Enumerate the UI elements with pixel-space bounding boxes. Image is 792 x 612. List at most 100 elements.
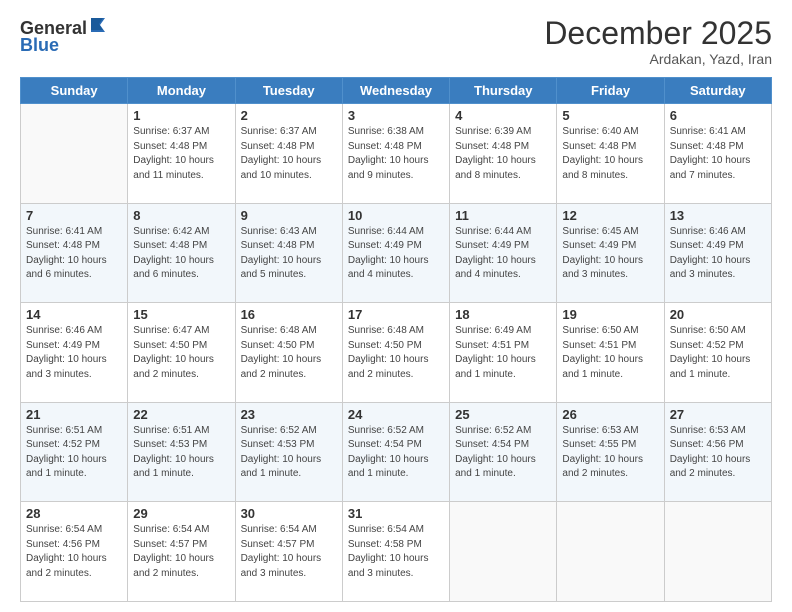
day-header-saturday: Saturday [664,78,771,104]
day-info: Sunrise: 6:37 AMSunset: 4:48 PMDaylight:… [241,125,337,183]
calendar-cell: 17Sunrise: 6:48 AMSunset: 4:50 PMDayligh… [342,303,449,403]
calendar-week-row: 7 Sunrise: 6:41 AMSunset: 4:48 PMDaylight… [21,203,772,303]
day-info: Sunrise: 6:51 AMSunset: 4:53 PMDaylight:… [133,424,229,482]
day-info: Sunrise: 6:45 AMSunset: 4:49 PMDaylight:… [562,225,658,283]
day-info: Sunrise: 6:54 AMSunset: 4:58 PMDaylight:… [348,523,444,581]
location: Ardakan, Yazd, Iran [544,51,772,67]
calendar-cell [450,502,557,602]
day-number: 30 [241,506,337,521]
day-info: Sunrise: 6:52 AMSunset: 4:54 PMDaylight:… [348,424,444,482]
day-number: 20 [670,307,766,322]
day-info: Sunrise: 6:44 AMSunset: 4:49 PMDaylight:… [455,225,551,283]
day-info: Sunrise: 6:54 AMSunset: 4:56 PMDaylight:… [26,523,122,581]
day-info: Sunrise: 6:54 AMSunset: 4:57 PMDaylight:… [133,523,229,581]
day-number: 2 [241,108,337,123]
calendar-cell: 20 Sunrise: 6:50 AMSunset: 4:52 PMDayligh… [664,303,771,403]
day-info: Sunrise: 6:53 AMSunset: 4:56 PMDaylight:… [670,424,766,482]
calendar-cell: 22 Sunrise: 6:51 AMSunset: 4:53 PMDayligh… [128,402,235,502]
calendar-cell: 31 Sunrise: 6:54 AMSunset: 4:58 PMDayligh… [342,502,449,602]
day-number: 7 [26,208,122,223]
day-info: Sunrise: 6:44 AMSunset: 4:49 PMDaylight:… [348,225,444,283]
calendar-cell: 6Sunrise: 6:41 AMSunset: 4:48 PMDaylight… [664,104,771,204]
day-info: Sunrise: 6:37 AMSunset: 4:48 PMDaylight:… [133,125,229,183]
calendar-cell [21,104,128,204]
day-number: 14 [26,307,122,322]
day-info: Sunrise: 6:49 AMSunset: 4:51 PMDaylight:… [455,324,551,382]
calendar-cell: 27 Sunrise: 6:53 AMSunset: 4:56 PMDayligh… [664,402,771,502]
day-number: 19 [562,307,658,322]
day-number: 12 [562,208,658,223]
day-number: 22 [133,407,229,422]
calendar-week-row: 28 Sunrise: 6:54 AMSunset: 4:56 PMDayligh… [21,502,772,602]
month-title: December 2025 [544,16,772,51]
day-number: 16 [241,307,337,322]
logo: General Blue [20,16,107,56]
calendar-cell [557,502,664,602]
title-block: December 2025 Ardakan, Yazd, Iran [544,16,772,67]
calendar-cell: 30 Sunrise: 6:54 AMSunset: 4:57 PMDayligh… [235,502,342,602]
day-info: Sunrise: 6:53 AMSunset: 4:55 PMDaylight:… [562,424,658,482]
day-info: Sunrise: 6:52 AMSunset: 4:54 PMDaylight:… [455,424,551,482]
day-info: Sunrise: 6:47 AMSunset: 4:50 PMDaylight:… [133,324,229,382]
day-info: Sunrise: 6:52 AMSunset: 4:53 PMDaylight:… [241,424,337,482]
day-number: 24 [348,407,444,422]
calendar-cell: 2 Sunrise: 6:37 AMSunset: 4:48 PMDaylight… [235,104,342,204]
day-number: 5 [562,108,658,123]
day-header-monday: Monday [128,78,235,104]
calendar-week-row: 14 Sunrise: 6:46 AMSunset: 4:49 PMDayligh… [21,303,772,403]
day-info: Sunrise: 6:40 AMSunset: 4:48 PMDaylight:… [562,125,658,183]
day-number: 1 [133,108,229,123]
calendar-cell: 12 Sunrise: 6:45 AMSunset: 4:49 PMDayligh… [557,203,664,303]
day-header-tuesday: Tuesday [235,78,342,104]
calendar-cell: 29 Sunrise: 6:54 AMSunset: 4:57 PMDayligh… [128,502,235,602]
day-info: Sunrise: 6:39 AMSunset: 4:48 PMDaylight:… [455,125,551,183]
day-info: Sunrise: 6:50 AMSunset: 4:52 PMDaylight:… [670,324,766,382]
day-number: 13 [670,208,766,223]
calendar-cell: 23 Sunrise: 6:52 AMSunset: 4:53 PMDayligh… [235,402,342,502]
logo-blue: Blue [20,35,59,55]
day-info: Sunrise: 6:54 AMSunset: 4:57 PMDaylight:… [241,523,337,581]
calendar-cell: 26 Sunrise: 6:53 AMSunset: 4:55 PMDayligh… [557,402,664,502]
calendar-cell: 16 Sunrise: 6:48 AMSunset: 4:50 PMDayligh… [235,303,342,403]
day-header-wednesday: Wednesday [342,78,449,104]
header: General Blue December 2025 Ardakan, Yazd… [20,16,772,67]
day-number: 3 [348,108,444,123]
calendar-week-row: 1 Sunrise: 6:37 AMSunset: 4:48 PMDaylight… [21,104,772,204]
calendar-cell [664,502,771,602]
day-number: 26 [562,407,658,422]
calendar-cell: 10Sunrise: 6:44 AMSunset: 4:49 PMDayligh… [342,203,449,303]
day-info: Sunrise: 6:46 AMSunset: 4:49 PMDaylight:… [26,324,122,382]
day-info: Sunrise: 6:51 AMSunset: 4:52 PMDaylight:… [26,424,122,482]
day-header-sunday: Sunday [21,78,128,104]
day-number: 6 [670,108,766,123]
day-info: Sunrise: 6:38 AMSunset: 4:48 PMDaylight:… [348,125,444,183]
calendar-cell: 7 Sunrise: 6:41 AMSunset: 4:48 PMDaylight… [21,203,128,303]
calendar-cell: 1 Sunrise: 6:37 AMSunset: 4:48 PMDaylight… [128,104,235,204]
day-info: Sunrise: 6:46 AMSunset: 4:49 PMDaylight:… [670,225,766,283]
day-number: 9 [241,208,337,223]
day-info: Sunrise: 6:43 AMSunset: 4:48 PMDaylight:… [241,225,337,283]
page: General Blue December 2025 Ardakan, Yazd… [0,0,792,612]
day-header-friday: Friday [557,78,664,104]
calendar-table: SundayMondayTuesdayWednesdayThursdayFrid… [20,77,772,602]
calendar-week-row: 21Sunrise: 6:51 AMSunset: 4:52 PMDayligh… [21,402,772,502]
day-number: 28 [26,506,122,521]
calendar-cell: 19 Sunrise: 6:50 AMSunset: 4:51 PMDayligh… [557,303,664,403]
day-info: Sunrise: 6:41 AMSunset: 4:48 PMDaylight:… [26,225,122,283]
day-number: 25 [455,407,551,422]
day-number: 4 [455,108,551,123]
calendar-header-row: SundayMondayTuesdayWednesdayThursdayFrid… [21,78,772,104]
calendar-cell: 5 Sunrise: 6:40 AMSunset: 4:48 PMDaylight… [557,104,664,204]
calendar-cell: 4 Sunrise: 6:39 AMSunset: 4:48 PMDaylight… [450,104,557,204]
day-number: 31 [348,506,444,521]
calendar-cell: 24 Sunrise: 6:52 AMSunset: 4:54 PMDayligh… [342,402,449,502]
calendar-cell: 3 Sunrise: 6:38 AMSunset: 4:48 PMDaylight… [342,104,449,204]
day-number: 23 [241,407,337,422]
calendar-cell: 25 Sunrise: 6:52 AMSunset: 4:54 PMDayligh… [450,402,557,502]
calendar-cell: 9 Sunrise: 6:43 AMSunset: 4:48 PMDaylight… [235,203,342,303]
day-number: 29 [133,506,229,521]
calendar-cell: 15Sunrise: 6:47 AMSunset: 4:50 PMDayligh… [128,303,235,403]
day-number: 27 [670,407,766,422]
day-info: Sunrise: 6:50 AMSunset: 4:51 PMDaylight:… [562,324,658,382]
day-info: Sunrise: 6:48 AMSunset: 4:50 PMDaylight:… [241,324,337,382]
